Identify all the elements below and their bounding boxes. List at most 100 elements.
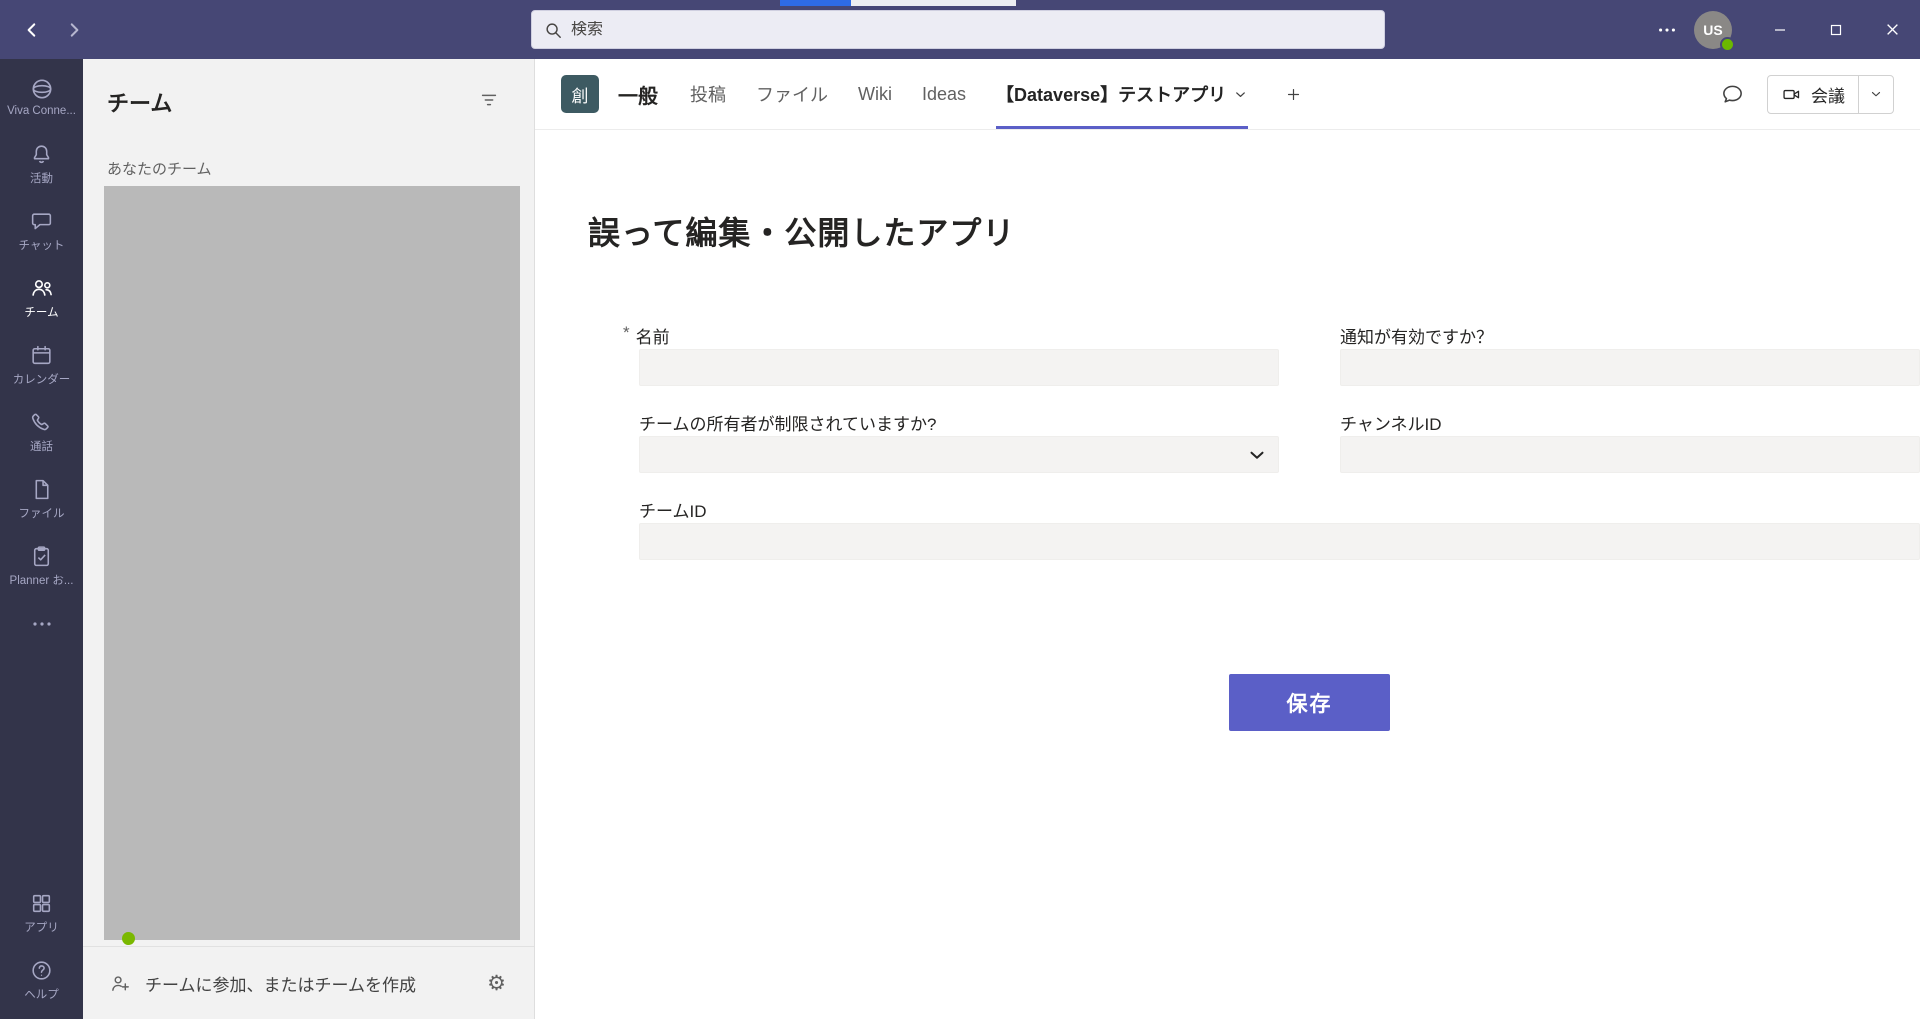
panel-title: チーム [107,86,172,118]
ellipsis-icon [1656,19,1678,41]
chevron-down-icon [1246,444,1268,466]
main-area: 創 一般 投稿 ファイル Wiki Ideas 【Dataverse】テストアプ… [535,59,1920,1019]
name-field-label: * 名前 [623,323,670,348]
bell-icon [29,142,54,167]
meet-button-label: 会議 [1811,82,1845,107]
tab-dataverse-test-app[interactable]: 【Dataverse】テストアプリ [996,59,1248,129]
rail-item-more-apps[interactable] [0,599,83,649]
speech-bubble-icon [1720,82,1745,107]
presence-available-icon [1720,37,1735,52]
chevron-down-icon [1869,87,1883,101]
tab-posts[interactable]: 投稿 [690,59,726,129]
required-marker: * [623,323,630,348]
rail-item-label: ファイル [19,505,65,521]
rail-item-label: Viva Conne... [7,105,76,117]
team-id-input[interactable] [639,523,1920,560]
add-tab-button[interactable] [1278,79,1308,109]
chat-bubble-icon [29,209,54,234]
teams-people-icon [29,275,55,301]
back-button[interactable] [22,20,42,40]
user-avatar[interactable]: US [1694,11,1732,49]
channel-id-input[interactable] [1340,436,1920,473]
rail-item-label: Planner お... [10,572,74,588]
background-window-strip-white [851,0,1016,6]
rail-item-apps[interactable]: アプリ [0,879,83,946]
rail-item-label: チャット [19,237,65,253]
team-avatar[interactable]: 創 [561,75,599,113]
rail-item-calendar[interactable]: カレンダー [0,331,83,398]
settings-icon: ⚙ [487,972,506,995]
rail-item-label: カレンダー [13,371,71,387]
rail-item-help[interactable]: ヘルプ [0,946,83,1013]
search-bar[interactable] [531,10,1385,49]
meet-button[interactable]: 会議 [1768,76,1858,113]
history-navigation [22,20,84,40]
chevron-right-icon [65,21,83,39]
save-button[interactable]: 保存 [1229,674,1390,731]
minimize-button[interactable] [1752,0,1808,59]
tab-ideas[interactable]: Ideas [922,59,966,129]
rail-item-chat[interactable]: チャット [0,197,83,264]
search-input[interactable] [571,21,1372,39]
app-tab-content: 誤って編集・公開したアプリ * 名前 通知が有効ですか？ チームの所有者が制限さ… [535,130,1920,1019]
rail-item-label: ヘルプ [24,986,59,1002]
chevron-down-icon [1233,87,1248,102]
team-list-redacted-block [104,186,520,940]
tab-wiki[interactable]: Wiki [858,59,892,129]
more-options-button[interactable] [1646,0,1688,59]
tab-files[interactable]: ファイル [756,59,828,129]
calendar-icon [29,343,54,368]
channel-id-field-label: チャンネルID [1340,410,1442,435]
rail-item-viva-connections[interactable]: Viva Conne... [0,63,83,130]
name-input[interactable] [639,349,1279,386]
app-rail: Viva Conne... 活動 チャット チーム [0,59,83,1019]
phone-icon [29,410,54,435]
window-titlebar: US [0,0,1920,59]
meet-split-button: 会議 [1767,75,1894,114]
team-avatar-initial: 創 [572,82,589,107]
rail-spacer [0,649,83,879]
rail-item-calls[interactable]: 通話 [0,398,83,465]
channel-name: 一般 [618,80,658,109]
tab-label: 【Dataverse】テストアプリ [996,81,1226,107]
chevron-left-icon [23,21,41,39]
close-icon [1886,23,1899,36]
channel-header-actions: 会議 [1720,75,1920,114]
app-body: Viva Conne... 活動 チャット チーム [0,59,1920,1019]
plus-icon [1285,86,1302,103]
meet-options-button[interactable] [1858,76,1893,113]
video-camera-icon [1781,84,1802,105]
filter-button[interactable] [478,89,500,111]
channel-conversation-button[interactable] [1720,82,1745,107]
planner-clipboard-icon [29,544,54,569]
rail-item-label: アプリ [24,919,59,935]
team-id-field-label: チームID [639,497,707,522]
join-create-team-link[interactable]: チームに参加、またはチームを作成 [145,971,416,996]
owner-restricted-dropdown[interactable] [639,436,1279,473]
person-add-icon [109,972,132,995]
rail-item-files[interactable]: ファイル [0,465,83,532]
channel-tabs: 投稿 ファイル Wiki Ideas 【Dataverse】テストアプリ [690,59,1308,129]
page-title: 誤って編集・公開したアプリ [588,208,1015,254]
teams-list-panel: チーム あなたのチーム チームに参加、またはチームを作成 ⚙ [83,59,535,1019]
teams-app-window: US Viva Conne... [0,0,1920,1019]
titlebar-controls: US [1646,0,1920,59]
close-button[interactable] [1864,0,1920,59]
notification-input[interactable] [1340,349,1920,386]
forward-button[interactable] [64,20,84,40]
minimize-icon [1774,24,1786,36]
maximize-icon [1830,24,1842,36]
rail-item-planner[interactable]: Planner お... [0,532,83,599]
rail-item-activity[interactable]: 活動 [0,130,83,197]
maximize-button[interactable] [1808,0,1864,59]
background-window-strip-blue [780,0,851,6]
help-question-icon [29,958,54,983]
manage-teams-button[interactable]: ⚙ [487,973,506,994]
notification-field-label: 通知が有効ですか？ [1340,323,1493,348]
document-icon [29,477,54,502]
rail-item-label: 通話 [30,438,53,454]
channel-header: 創 一般 投稿 ファイル Wiki Ideas 【Dataverse】テストアプ… [535,59,1920,130]
rail-item-teams[interactable]: チーム [0,264,83,331]
rail-item-label: チーム [24,304,58,320]
owner-restricted-field-label: チームの所有者が制限されていますか? [639,410,936,435]
